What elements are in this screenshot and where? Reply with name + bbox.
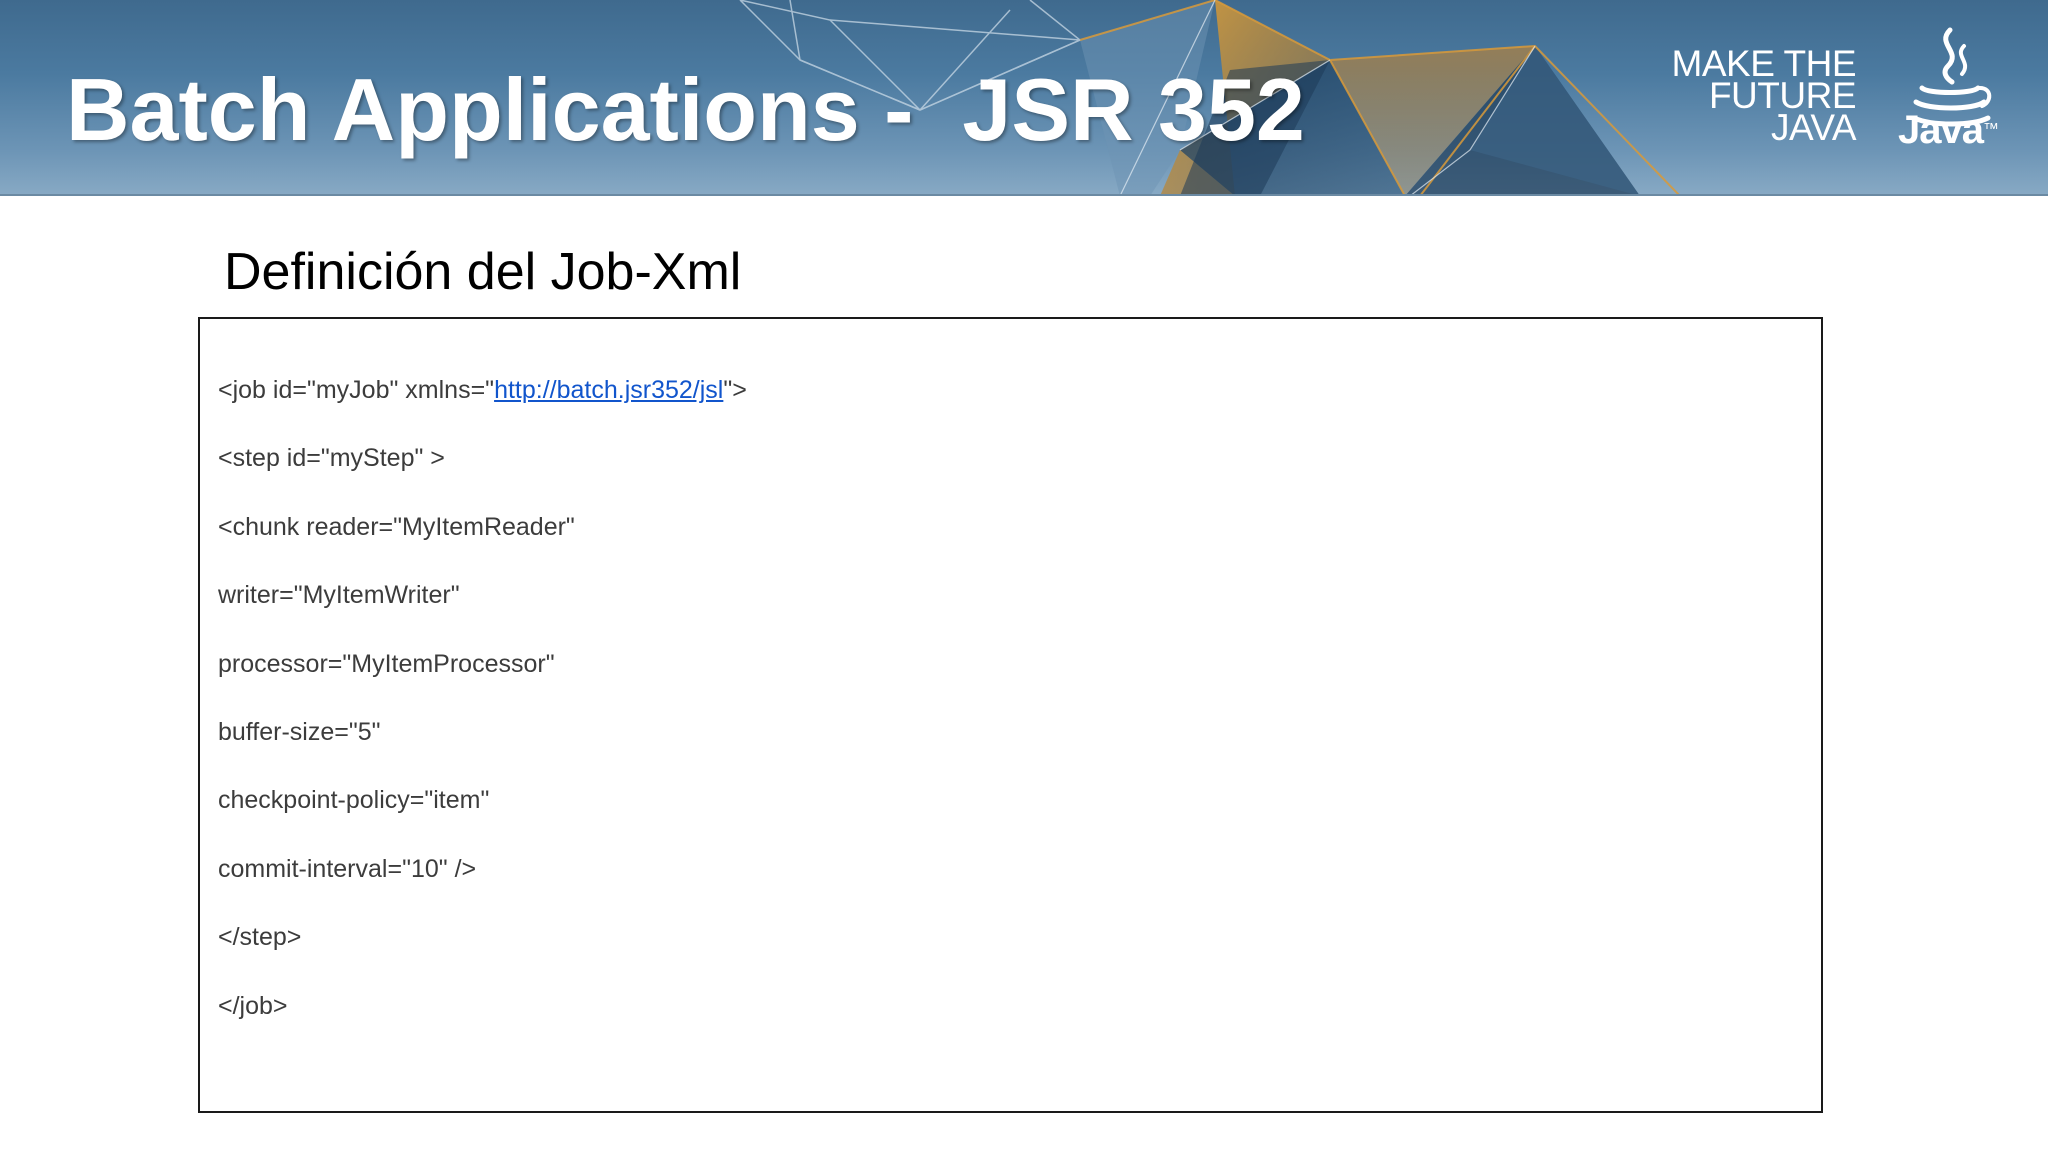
header-banner: Batch Applications - JSR 352 MAKE THE FU…	[0, 0, 2048, 196]
tagline: MAKE THE FUTURE JAVA	[1596, 45, 1857, 148]
trademark-symbol: ™	[1982, 121, 1999, 138]
code-line: </job>	[218, 991, 288, 1020]
code-line: buffer-size="5"	[218, 717, 381, 746]
code-line: processor="MyItemProcessor"	[218, 649, 555, 678]
code-line: checkpoint-policy="item"	[218, 786, 490, 815]
code-line: <job id="myJob" xmlns="http://batch.jsr3…	[218, 356, 747, 424]
code-line: </step>	[218, 923, 302, 952]
tagline-line-3: JAVA	[1770, 107, 1857, 148]
code-line: commit-interval="10" />	[218, 854, 477, 883]
slide: Batch Applications - JSR 352 MAKE THE FU…	[0, 0, 2048, 1152]
slide-subtitle: Definición del Job-Xml	[224, 243, 742, 301]
banner-title: Batch Applications - JSR 352	[66, 60, 1305, 159]
code-line-text: ">	[723, 376, 747, 404]
code-line: <step id="myStep" >	[218, 444, 445, 473]
code-listing: <job id="myJob" xmlns="http://batch.jsr3…	[218, 356, 747, 1040]
java-logo-text: Java™	[1898, 108, 1999, 152]
code-line: <chunk reader="MyItemReader"	[218, 512, 575, 541]
java-logo-word: Java	[1898, 108, 1984, 152]
code-line-text: <job id="myJob" xmlns="	[218, 376, 495, 404]
namespace-link[interactable]: http://batch.jsr352/jsl	[494, 376, 723, 404]
code-line: writer="MyItemWriter"	[218, 581, 460, 610]
